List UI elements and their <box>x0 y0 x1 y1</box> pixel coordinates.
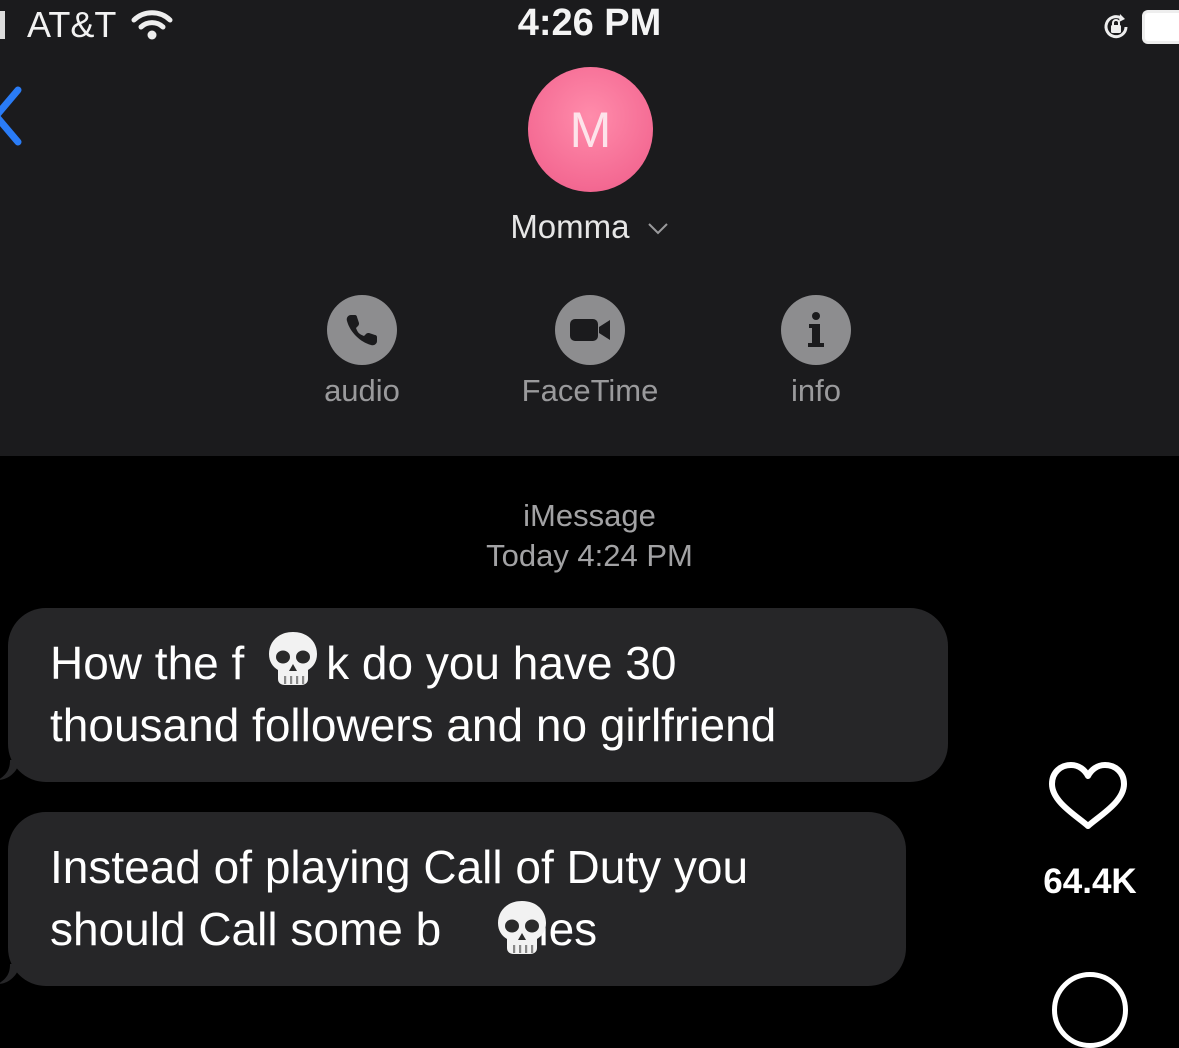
status-time: 4:26 PM <box>517 2 662 44</box>
info-icon <box>781 295 851 365</box>
audio-call-button[interactable]: audio <box>262 295 462 409</box>
service-label: iMessage <box>523 498 656 533</box>
contact-name: Momma <box>510 208 630 245</box>
battery-icon <box>1142 10 1179 44</box>
skull-emoji-icon <box>269 632 317 685</box>
message-line: thousand followers and no girlfriend <box>50 699 777 751</box>
skull-emoji-icon <box>498 901 546 954</box>
info-button[interactable]: info <box>716 295 916 409</box>
like-count: 64.4K <box>1043 862 1137 901</box>
audio-label: audio <box>324 373 400 408</box>
message-line: How the f k do you have 30 <box>50 637 677 689</box>
contact-name-button[interactable]: Momma <box>0 208 1179 246</box>
facetime-button[interactable]: FaceTime <box>490 295 690 409</box>
back-chevron-icon[interactable] <box>0 84 30 148</box>
bubble-tail <box>0 760 20 780</box>
message-bubble[interactable]: How the f k do you have 30 thousand foll… <box>8 608 948 782</box>
heart-icon[interactable] <box>1047 760 1129 832</box>
bubble-tail <box>0 964 20 984</box>
rotation-lock-icon <box>1104 14 1128 39</box>
avatar-initial: M <box>569 101 612 158</box>
phone-icon <box>327 295 397 365</box>
video-camera-icon <box>555 295 625 365</box>
conversation-timestamp: Today 4:24 PM <box>486 538 693 573</box>
status-bar: AT&T 4:26 PM <box>0 0 1179 56</box>
comment-icon[interactable] <box>1052 972 1128 1048</box>
facetime-label: FaceTime <box>521 373 659 408</box>
info-label: info <box>791 373 841 408</box>
message-line: Instead of playing Call of Duty you <box>50 841 749 893</box>
message-line: should Call some b hes <box>50 903 598 955</box>
message-bubble[interactable]: Instead of playing Call of Duty you shou… <box>8 812 906 986</box>
chevron-down-icon <box>647 223 668 235</box>
conversation-header: AT&T 4:26 PM M Momma audio FaceTime info <box>0 0 1179 456</box>
contact-avatar[interactable]: M <box>528 67 653 192</box>
